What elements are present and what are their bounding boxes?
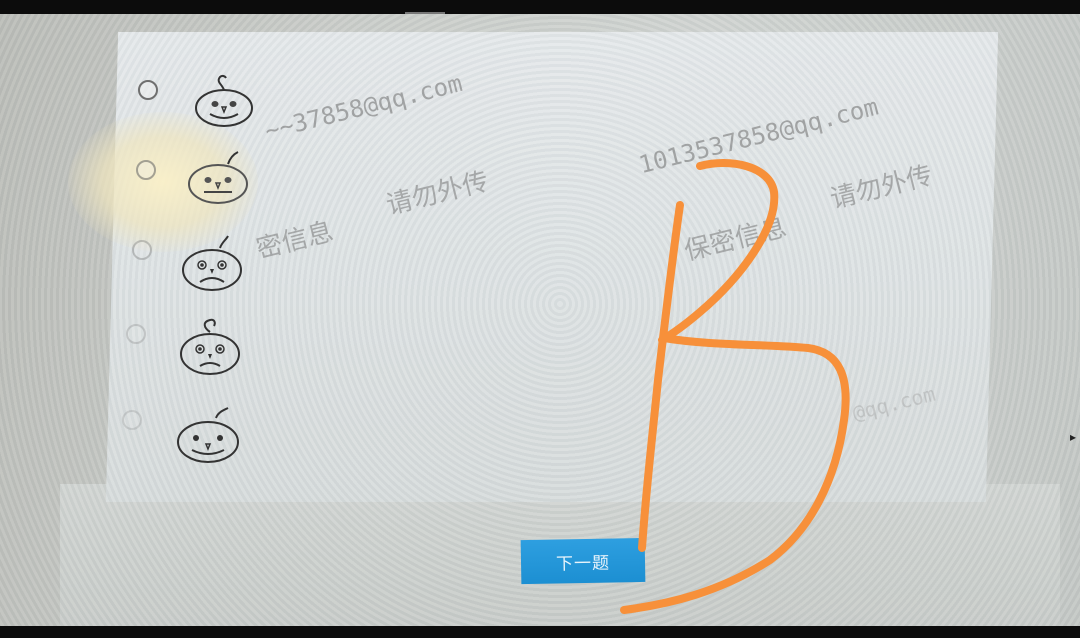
photo-bottom-border <box>0 626 1080 638</box>
pumpkin-smile-icon <box>195 74 253 127</box>
pumpkin-frown-icon <box>182 235 242 291</box>
monitor-photo <box>0 14 1080 626</box>
pumpkin-frown-icon <box>180 318 240 375</box>
photo-top-border <box>0 0 1080 14</box>
option-radio-3[interactable] <box>132 240 152 260</box>
next-question-button[interactable]: 下一题 <box>520 537 646 585</box>
cursor-edge-icon: ▸ <box>1070 430 1077 444</box>
option-radio-1[interactable] <box>138 80 158 100</box>
option-radio-2[interactable] <box>136 160 156 180</box>
pumpkin-smile-icon <box>188 151 248 204</box>
option-radio-5[interactable] <box>122 410 142 430</box>
option-radio-4[interactable] <box>126 324 146 344</box>
pumpkin-smile-icon <box>177 407 239 463</box>
